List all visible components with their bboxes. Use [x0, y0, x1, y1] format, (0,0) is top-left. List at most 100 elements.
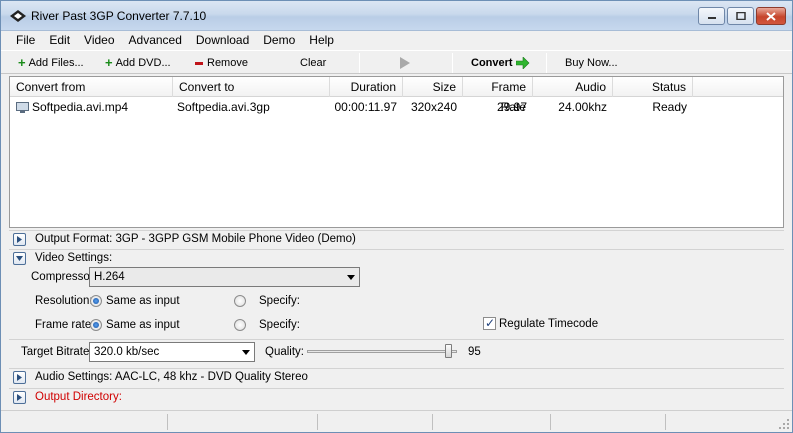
resolution-specify-label: Specify:: [259, 295, 300, 307]
menu-file[interactable]: File: [9, 33, 42, 47]
frame-rate-same-radio[interactable]: [90, 319, 102, 331]
list-header: Convert from Convert to Duration Size Fr…: [10, 77, 783, 114]
status-separator: [665, 414, 666, 430]
output-directory-section[interactable]: Output Directory:: [9, 388, 784, 406]
maximize-button[interactable]: [727, 7, 754, 25]
toolbar-separator: [546, 53, 547, 73]
add-files-label: Add Files...: [28, 57, 84, 69]
cell-frame-rate: 29.97: [496, 100, 527, 114]
status-separator: [167, 414, 168, 430]
resolution-same-label: Same as input: [106, 295, 180, 307]
expand-button[interactable]: [13, 233, 26, 246]
convert-label: Convert: [471, 57, 513, 69]
remove-label: Remove: [207, 57, 248, 69]
buy-now-label: Buy Now...: [565, 57, 618, 69]
cell-status: Ready: [652, 100, 687, 114]
plus-icon: +: [18, 55, 26, 70]
target-bitrate-label: Target Bitrate:: [21, 346, 93, 358]
compressor-select[interactable]: H.264: [89, 267, 360, 287]
clear-label: Clear: [300, 57, 327, 69]
title-bar[interactable]: River Past 3GP Converter 7.7.10: [1, 1, 792, 31]
add-files-button[interactable]: + Add Files...: [18, 55, 84, 71]
settings-panel: Output Format: 3GP - 3GPP GSM Mobile Pho…: [9, 230, 784, 408]
table-row[interactable]: Softpedia.avi.mp4 Softpedia.avi.3gp 00:0…: [10, 98, 783, 116]
status-separator: [550, 414, 551, 430]
quality-value: 95: [468, 346, 481, 358]
status-separator: [317, 414, 318, 430]
audio-settings-section[interactable]: Audio Settings: AAC-LC, 48 khz - DVD Qua…: [9, 368, 784, 386]
menu-video[interactable]: Video: [77, 33, 121, 47]
target-bitrate-select[interactable]: 320.0 kb/sec: [89, 342, 255, 362]
cell-duration: 00:00:11.97: [334, 100, 397, 114]
column-header-audio[interactable]: Audio: [533, 77, 613, 97]
clear-button[interactable]: Clear: [300, 55, 326, 71]
minimize-icon: [707, 17, 716, 19]
convert-button[interactable]: Convert: [471, 55, 530, 71]
resolution-specify-radio[interactable]: [234, 295, 246, 307]
status-separator: [432, 414, 433, 430]
divider: [9, 339, 784, 340]
chevron-down-icon: [242, 350, 250, 355]
toolbar-separator: [359, 53, 360, 73]
app-window: River Past 3GP Converter 7.7.10 File Edi…: [0, 0, 793, 433]
resolution-label: Resolution:: [35, 295, 93, 307]
column-header-size[interactable]: Size: [403, 77, 463, 97]
arrow-right-icon: [515, 57, 529, 69]
compressor-value: H.264: [94, 271, 125, 283]
regulate-timecode-checkbox[interactable]: [483, 316, 496, 330]
minimize-button[interactable]: [698, 7, 725, 25]
close-button[interactable]: [756, 7, 786, 25]
chevron-right-icon: [17, 374, 22, 381]
frame-rate-specify-radio[interactable]: [234, 319, 246, 331]
window-controls: [698, 7, 786, 25]
menu-edit[interactable]: Edit: [42, 33, 77, 47]
output-format-label: Output Format: 3GP - 3GPP GSM Mobile Pho…: [35, 233, 356, 245]
collapse-button[interactable]: [13, 252, 26, 265]
frame-rate-specify-label: Specify:: [259, 319, 300, 331]
compressor-label: Compressor:: [31, 271, 97, 283]
remove-button[interactable]: Remove: [195, 55, 248, 71]
play-button[interactable]: [399, 55, 411, 71]
video-settings-label: Video Settings:: [35, 252, 113, 264]
frame-rate-label: Frame rate:: [35, 319, 95, 331]
expand-button[interactable]: [13, 391, 26, 404]
target-bitrate-value: 320.0 kb/sec: [94, 346, 160, 358]
video-settings-section[interactable]: Video Settings:: [9, 249, 784, 267]
minus-icon: [195, 61, 203, 65]
column-header-convert-to[interactable]: Convert to: [173, 77, 330, 97]
chevron-down-icon: [16, 256, 23, 261]
maximize-icon: [735, 12, 746, 20]
resolution-same-radio[interactable]: [90, 295, 102, 307]
quality-label: Quality:: [265, 346, 304, 358]
toolbar-separator: [452, 53, 453, 73]
column-header-convert-from[interactable]: Convert from: [10, 77, 173, 97]
cell-convert-to: Softpedia.avi.3gp: [177, 100, 270, 114]
output-format-section[interactable]: Output Format: 3GP - 3GPP GSM Mobile Pho…: [9, 230, 784, 248]
menu-demo[interactable]: Demo: [256, 33, 302, 47]
toolbar: + Add Files... + Add DVD... Remove Clear…: [1, 50, 792, 74]
menu-advanced[interactable]: Advanced: [122, 33, 189, 47]
quality-slider[interactable]: [307, 350, 457, 353]
chevron-right-icon: [17, 394, 22, 401]
cell-convert-from: Softpedia.avi.mp4: [32, 100, 129, 114]
chevron-down-icon: [347, 275, 355, 280]
add-dvd-button[interactable]: + Add DVD...: [105, 55, 171, 71]
buy-now-button[interactable]: Buy Now...: [565, 55, 618, 71]
quality-slider-thumb[interactable]: [445, 344, 452, 358]
column-header-frame-rate[interactable]: Frame Rate: [463, 77, 533, 114]
regulate-timecode-label: Regulate Timecode: [499, 318, 599, 330]
resize-grip-icon[interactable]: [779, 419, 790, 430]
expand-button[interactable]: [13, 371, 26, 384]
chevron-right-icon: [17, 236, 22, 243]
column-header-duration[interactable]: Duration: [330, 77, 403, 97]
menu-bar: File Edit Video Advanced Download Demo H…: [1, 31, 792, 49]
close-icon: [766, 11, 776, 21]
cell-audio: 24.00khz: [558, 100, 607, 114]
frame-rate-same-label: Same as input: [106, 319, 180, 331]
column-header-status[interactable]: Status: [613, 77, 693, 97]
window-title: River Past 3GP Converter 7.7.10: [31, 9, 207, 23]
add-dvd-label: Add DVD...: [115, 57, 171, 69]
file-list[interactable]: Convert from Convert to Duration Size Fr…: [9, 76, 784, 228]
menu-download[interactable]: Download: [189, 33, 256, 47]
menu-help[interactable]: Help: [302, 33, 341, 47]
